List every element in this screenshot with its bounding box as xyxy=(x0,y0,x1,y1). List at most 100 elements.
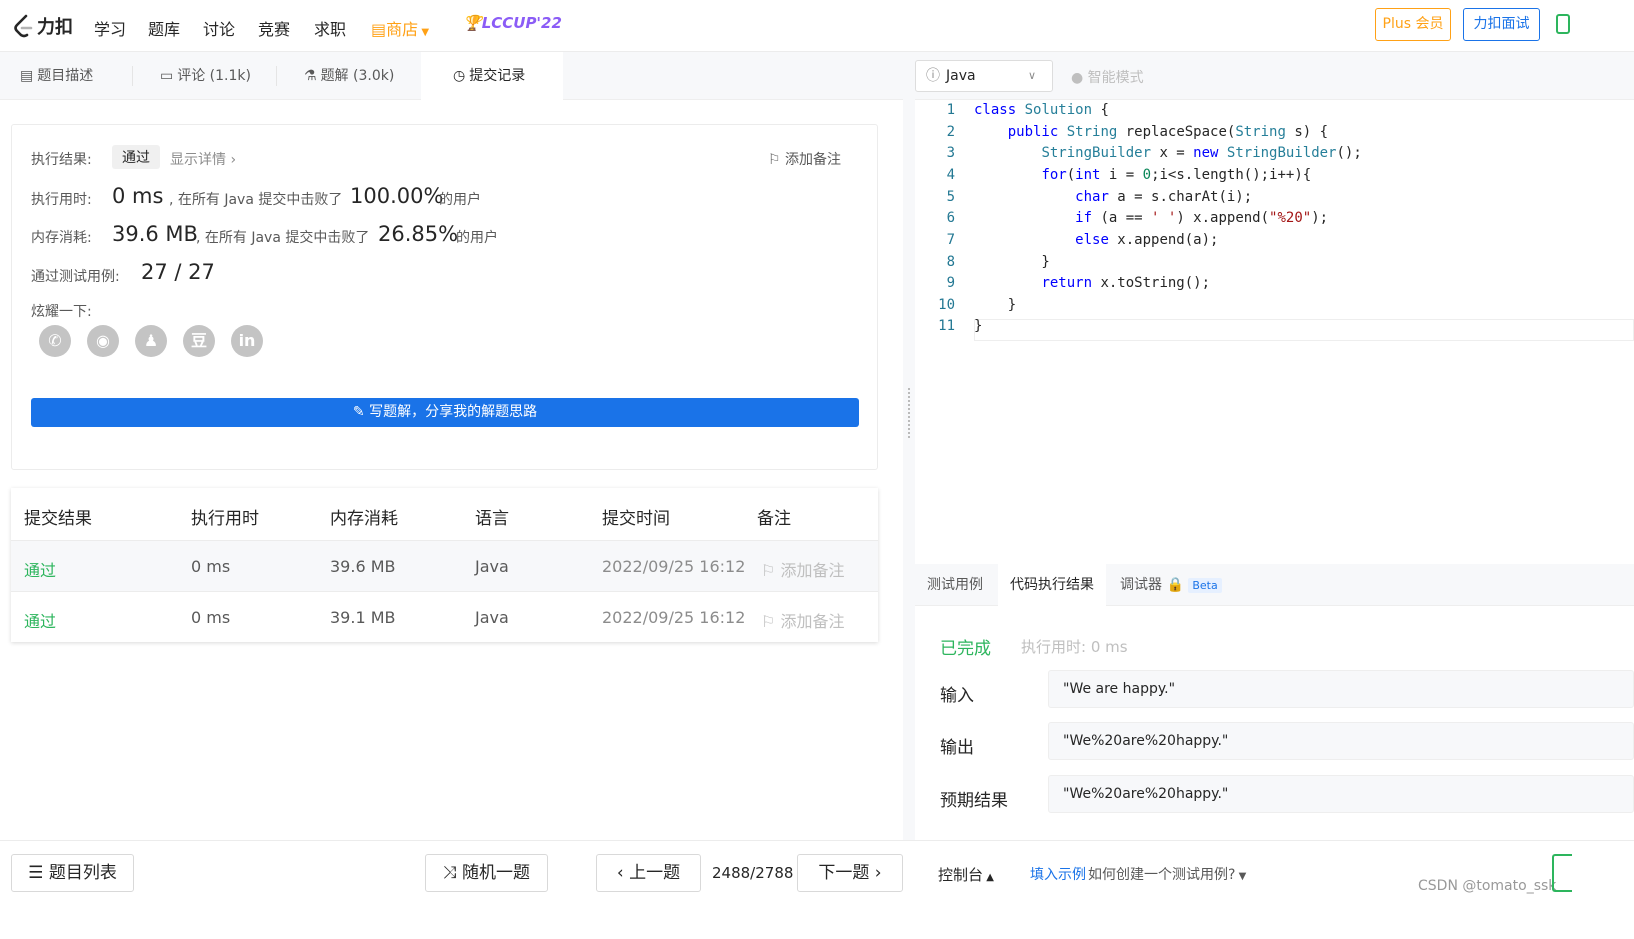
expected-value: "We%20are%20happy." xyxy=(1048,775,1634,813)
smart-mode-label: 智能模式 xyxy=(1087,70,1144,86)
table-row[interactable]: 通过 0 ms 39.1 MB Java 2022/09/25 16:12 ⚐ … xyxy=(11,591,878,642)
chevron-right-icon: › xyxy=(869,863,882,883)
code-line[interactable]: public String replaceSpace(String s) { xyxy=(974,124,1328,140)
memory-label: 内存消耗: xyxy=(31,230,92,246)
chevron-right-icon: › xyxy=(226,152,237,168)
pane-resize-handle[interactable] xyxy=(903,52,915,840)
share-label: 炫耀一下: xyxy=(31,304,92,320)
document-icon: ▤ xyxy=(20,68,34,84)
dot-icon: ● xyxy=(1071,70,1088,86)
tab-comments[interactable]: ▭ 评论 (1.1k) xyxy=(140,52,276,100)
show-details-link[interactable]: 显示详情 › xyxy=(170,149,236,169)
plus-member-button[interactable]: Plus 会员 xyxy=(1375,8,1451,41)
tab-description-label: 题目描述 xyxy=(37,68,94,84)
col-header-result: 提交结果 xyxy=(24,509,92,529)
nav-contest[interactable]: 竞赛 xyxy=(258,16,290,40)
memory-users: 的用户 xyxy=(456,230,498,246)
code-editor[interactable]: 1 2 3 4 5 6 7 8 9 10 11 class Solution {… xyxy=(915,100,1634,610)
language-select[interactable]: ⓘ Java ∨ xyxy=(915,60,1053,92)
console-label: 控制台 xyxy=(938,866,984,884)
flag-icon: ⚐ xyxy=(761,561,781,580)
nav-discuss[interactable]: 讨论 xyxy=(203,16,235,40)
tab-run-result[interactable]: 代码执行结果 xyxy=(998,564,1106,606)
submissions-table: 提交结果 执行用时 内存消耗 语言 提交时间 备注 通过 0 ms 39.6 M… xyxy=(11,488,878,642)
code-line[interactable]: class Solution { xyxy=(974,102,1109,118)
wechat-icon[interactable]: ✆ xyxy=(39,325,71,357)
right-pane: ⓘ Java ∨ ● 智能模式 1 2 3 4 5 6 7 8 9 10 11 … xyxy=(915,52,1634,840)
code-line[interactable]: } xyxy=(974,297,1016,313)
problem-counter: 2488/2788 xyxy=(712,864,794,882)
nav-problems[interactable]: 题库 xyxy=(148,16,180,40)
line-number: 11 xyxy=(938,318,955,334)
row-add-note[interactable]: ⚐ 添加备注 xyxy=(761,608,844,632)
chevron-left-icon: ‹ xyxy=(616,863,630,883)
code-line[interactable]: } xyxy=(974,318,982,334)
row-result[interactable]: 通过 xyxy=(24,557,56,581)
list-icon: ☰ xyxy=(28,863,49,883)
row-submit-time: 2022/09/25 16:12 xyxy=(602,557,746,576)
status-label: 执行结果: xyxy=(31,152,92,168)
code-line[interactable]: else x.append(a); xyxy=(974,232,1218,248)
nav-learn[interactable]: 学习 xyxy=(94,16,126,40)
random-problem-button[interactable]: ⤨ 随机一题 xyxy=(425,854,548,892)
comment-icon: ▭ xyxy=(160,68,174,84)
tab-debugger[interactable]: 调试器 🔒 Beta xyxy=(1108,564,1234,606)
row-runtime: 0 ms xyxy=(191,557,231,576)
run-button-edge[interactable] xyxy=(1552,854,1572,892)
col-header-memory: 内存消耗 xyxy=(330,509,398,529)
col-header-time: 提交时间 xyxy=(602,509,670,529)
language-value: Java xyxy=(946,68,976,84)
console-toggle[interactable]: 控制台 ▲ xyxy=(938,864,994,885)
fill-example-link[interactable]: 填入示例 xyxy=(1030,864,1086,884)
write-solution-button[interactable]: ✎ 写题解，分享我的解题思路 xyxy=(31,398,859,427)
problem-tabs: ▤ 题目描述 ▭ 评论 (1.1k) ⚗ 题解 (3.0k) ◷ 提交记录 xyxy=(0,52,903,100)
code-line[interactable]: char a = s.charAt(i); xyxy=(974,189,1252,205)
row-language: Java xyxy=(475,557,509,576)
code-line[interactable]: } xyxy=(974,254,1049,270)
bottom-bar: ☰ 题目列表 ⤨ 随机一题 ‹ 上一题 2488/2788 下一题 › 控制台 … xyxy=(0,840,1634,939)
show-details-label: 显示详情 xyxy=(170,152,226,168)
add-note-button[interactable]: ⚐ 添加备注 xyxy=(768,149,841,169)
tab-solutions[interactable]: ⚗ 题解 (3.0k) xyxy=(284,52,420,100)
console-tabs: 测试用例 代码执行结果 调试器 🔒 Beta xyxy=(915,564,1634,606)
problem-list-label: 题目列表 xyxy=(48,863,117,883)
interview-button[interactable]: 力扣面试 xyxy=(1463,8,1540,41)
runtime-users: 的用户 xyxy=(439,192,481,208)
device-icon[interactable] xyxy=(1556,14,1570,34)
prev-problem-button[interactable]: ‹ 上一题 xyxy=(596,854,701,892)
tab-description[interactable]: ▤ 题目描述 xyxy=(0,52,132,100)
nav-jobs[interactable]: 求职 xyxy=(314,16,346,40)
table-row[interactable]: 通过 0 ms 39.6 MB Java 2022/09/25 16:12 ⚐ … xyxy=(11,540,878,591)
tab-testcases[interactable]: 测试用例 xyxy=(915,564,995,606)
row-add-note[interactable]: ⚐ 添加备注 xyxy=(761,557,844,581)
tab-divider xyxy=(132,66,133,86)
lccup-badge[interactable]: 🏆LCCUP'22 xyxy=(463,14,562,32)
code-line[interactable]: return x.toString(); xyxy=(974,275,1210,291)
watermark: CSDN @tomato_ssk xyxy=(1418,878,1557,894)
write-solution-label: 写题解，分享我的解题思路 xyxy=(369,404,538,420)
problem-list-button[interactable]: ☰ 题目列表 xyxy=(11,854,134,892)
col-header-language: 语言 xyxy=(475,509,509,529)
code-line[interactable]: for(int i = 0;i<s.length();i++){ xyxy=(974,167,1311,183)
how-to-create-testcase-link[interactable]: 如何创建一个测试用例? ▼ xyxy=(1088,864,1246,884)
tab-submissions-label: 提交记录 xyxy=(469,68,526,84)
chevron-down-icon: ∨ xyxy=(1028,69,1037,82)
douban-icon[interactable]: 豆 xyxy=(183,325,215,357)
nav-store[interactable]: ▤商店 ▼ xyxy=(371,16,429,40)
next-problem-button[interactable]: 下一题 › xyxy=(797,854,903,892)
row-add-note-label: 添加备注 xyxy=(780,612,845,631)
logo[interactable]: 力扣 xyxy=(12,13,73,39)
weibo-icon[interactable]: ◉ xyxy=(87,325,119,357)
row-result[interactable]: 通过 xyxy=(24,608,56,632)
line-number: 8 xyxy=(946,254,955,270)
caret-up-icon: ▲ xyxy=(983,872,994,883)
smart-mode-toggle[interactable]: ● 智能模式 xyxy=(1071,67,1144,87)
tab-submissions[interactable]: ◷ 提交记录 xyxy=(421,52,563,100)
clock-icon: ◷ xyxy=(453,68,466,84)
linkedin-icon[interactable]: in xyxy=(231,325,263,357)
qq-icon[interactable]: ♟ xyxy=(135,325,167,357)
code-line[interactable]: if (a == ' ') x.append("%20"); xyxy=(974,210,1328,226)
editor-toolbar: ⓘ Java ∨ ● 智能模式 xyxy=(915,52,1634,100)
code-line[interactable]: StringBuilder x = new StringBuilder(); xyxy=(974,145,1361,161)
shuffle-icon: ⤨ xyxy=(442,863,462,883)
